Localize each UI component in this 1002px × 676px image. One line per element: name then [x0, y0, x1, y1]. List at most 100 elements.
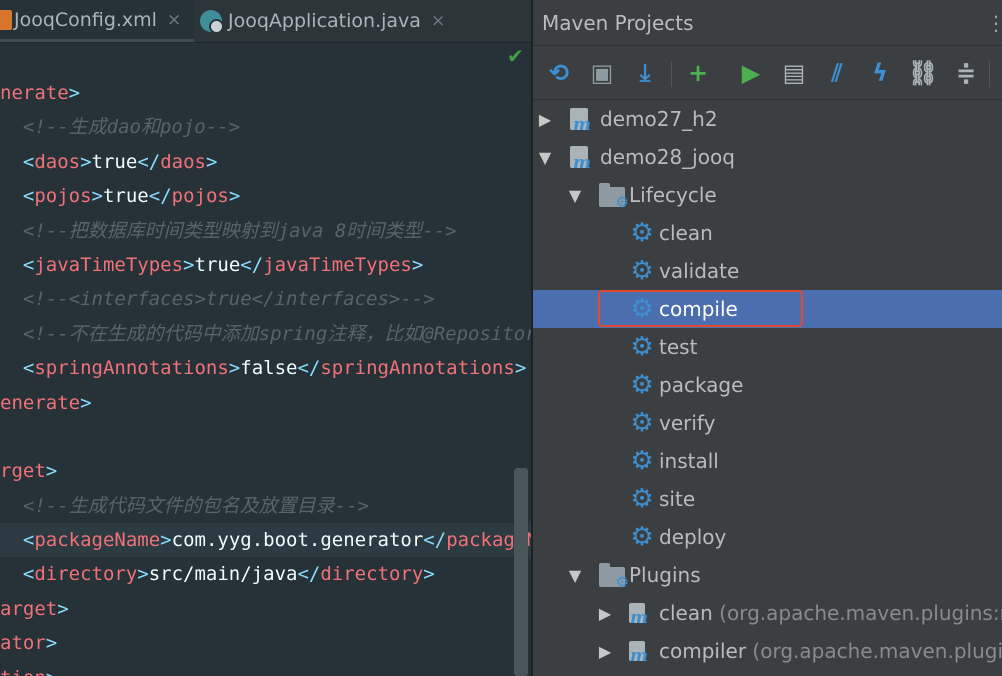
code-text: com.yyg.boot.generator	[171, 529, 424, 552]
xml-bracket: <	[0, 150, 35, 173]
tree-node-label: Plugins	[629, 563, 701, 587]
code-text: src/main/java	[148, 563, 298, 586]
code-line[interactable]: arget>	[0, 592, 531, 626]
lifecycle-goal-gear-icon: ⚙	[630, 370, 654, 400]
collapsed-arrow-icon[interactable]: ▶	[595, 604, 615, 623]
xml-tag-name: packageName	[34, 529, 161, 552]
xml-bracket: >	[57, 597, 69, 620]
code-line[interactable]: ator>	[0, 626, 531, 660]
xml-tag-name: enerate	[0, 391, 81, 414]
code-text: true	[102, 185, 149, 208]
expanded-arrow-icon[interactable]: ▼	[565, 566, 585, 585]
lifecycle-goal-gear-icon: ⚙	[630, 484, 654, 514]
close-icon[interactable]: ×	[167, 10, 181, 30]
panel-title-text: Maven Projects	[542, 11, 694, 35]
xml-bracket: >	[514, 357, 527, 380]
xml-bracket: >	[45, 632, 58, 655]
collapsed-arrow-icon[interactable]: ▶	[595, 642, 615, 661]
xml-bracket: >	[80, 391, 92, 414]
xml-bracket: <	[0, 357, 35, 380]
close-icon[interactable]: ×	[431, 11, 445, 31]
code-line[interactable]: <!--生成dao和pojo-->	[0, 110, 531, 144]
tree-node-test[interactable]: ⚙ test	[533, 328, 1002, 366]
xml-file-icon	[0, 9, 12, 30]
compile-callout-box	[598, 290, 803, 327]
tab-jooqapplication-java[interactable]: JooqApplication.java ×	[200, 0, 462, 42]
tab-jooqconfig-xml[interactable]: JooqConfig.xml ×	[0, 0, 194, 42]
xml-bracket: >	[68, 82, 81, 104]
node-name: demo28_jooq	[600, 145, 735, 169]
reimport-icon[interactable]: ⟲	[543, 57, 575, 89]
xml-tag-name: tion	[0, 667, 46, 676]
maven-projects-panel: Maven Projects ⋮ ⟲ ▣ ⤓ + ▶ ▤ ⫽ ϟ ⛓ ≑ ▶ m demo27_h2 ▼…	[533, 0, 1002, 676]
code-line[interactable]: <javaTimeTypes>true</javaTimeTypes>	[0, 248, 531, 282]
tree-node-validate[interactable]: ⚙ validate	[533, 252, 1002, 290]
tree-node-clean[interactable]: ▶ m clean (org.apache.maven.plugins:m	[533, 594, 1002, 632]
tree-node-deploy[interactable]: ⚙ deploy	[533, 518, 1002, 556]
code-comment: <!--不在生成的代码中添加spring注释，比如@Repositor	[0, 322, 531, 345]
tree-node-install[interactable]: ⚙ install	[533, 442, 1002, 480]
tree-node-verify[interactable]: ⚙ verify	[533, 404, 1002, 442]
show-dependencies-icon[interactable]: ⛓	[907, 57, 939, 89]
generate-sources-icon[interactable]: ▣	[586, 57, 618, 89]
tree-node-label: clean	[659, 221, 713, 245]
code-line[interactable]: rget>	[0, 454, 531, 488]
tree-node-demo28-jooq[interactable]: ▼ m demo28_jooq	[533, 138, 1002, 176]
tree-node-plugins[interactable]: ▼ ⚙ Plugins	[533, 556, 1002, 594]
expanded-arrow-icon[interactable]: ▼	[535, 148, 555, 167]
xml-bracket: >	[45, 460, 58, 483]
tree-node-compiler[interactable]: ▶ m compiler (org.apache.maven.plugins	[533, 632, 1002, 670]
tree-node-package[interactable]: ⚙ package	[533, 366, 1002, 404]
code-line[interactable]: <!--不在生成的代码中添加spring注释，比如@Repositor	[0, 317, 531, 351]
code-line[interactable]: <!--<interfaces>true</interfaces>-->	[0, 282, 531, 316]
skip-tests-icon[interactable]: ϟ	[864, 57, 896, 89]
maven-plugin-icon: m	[629, 603, 648, 628]
tree-node-clean[interactable]: ⚙ clean	[533, 214, 1002, 252]
code-line[interactable]: <pojos>true</pojos>	[0, 179, 531, 213]
code-line[interactable]: <!--生成代码文件的包名及放置目录-->	[0, 489, 531, 523]
code-line[interactable]: <daos>true</daos>	[0, 145, 531, 179]
editor-scrollbar[interactable]	[514, 468, 528, 676]
lifecycle-goal-gear-icon: ⚙	[630, 408, 654, 438]
node-name: test	[659, 335, 698, 359]
lifecycle-goal-gear-icon: ⚙	[630, 256, 654, 286]
collapsed-arrow-icon[interactable]: ▶	[535, 110, 555, 129]
expanded-arrow-icon[interactable]: ▼	[565, 186, 585, 205]
node-name: deploy	[659, 525, 727, 549]
toggle-offline-icon[interactable]: ⫽	[821, 57, 853, 89]
panel-options-icon[interactable]: ⋮	[986, 0, 1002, 46]
add-project-icon[interactable]: +	[682, 57, 714, 89]
code-line[interactable]: <!--把数据库时间类型映射到java 8时间类型-->	[0, 214, 531, 248]
run-icon[interactable]: ▶	[735, 57, 767, 89]
tree-node-label: package	[659, 373, 743, 397]
tree-node-label: validate	[659, 259, 739, 283]
execute-goal-icon[interactable]: ▤	[778, 57, 810, 89]
folder-icon: ⚙	[599, 563, 629, 591]
maven-project-icon: m	[570, 108, 591, 135]
toolbar-separator	[671, 61, 672, 87]
tree-node-site[interactable]: ⚙ site	[533, 480, 1002, 518]
xml-bracket: >	[137, 563, 149, 586]
xml-bracket: >	[228, 357, 241, 380]
download-sources-icon[interactable]: ⤓	[629, 57, 661, 89]
code-line[interactable]: <directory>src/main/java</directory>	[0, 557, 531, 591]
xml-bracket: >	[205, 150, 218, 173]
tree-node-label: install	[659, 449, 719, 473]
code-line[interactable]	[0, 420, 531, 454]
node-name: clean	[659, 601, 713, 625]
node-name: site	[659, 487, 696, 511]
code-comment: <!--生成代码文件的包名及放置目录-->	[0, 494, 369, 517]
code-line[interactable]: <packageName>com.yyg.boot.generator</pac…	[0, 523, 531, 558]
code-editor[interactable]: JooqConfig.xml × JooqApplication.java × …	[0, 0, 531, 676]
code-line[interactable]: nerate>	[0, 76, 531, 110]
tree-node-demo27-h2[interactable]: ▶ m demo27_h2	[533, 100, 1002, 138]
tree-node-lifecycle[interactable]: ▼ ⚙ Lifecycle	[533, 176, 1002, 214]
code-comment: <!--<interfaces>true</interfaces>-->	[0, 288, 435, 311]
code-line[interactable]: <springAnnotations>false</springAnnotati…	[0, 351, 531, 385]
xml-bracket: >	[160, 529, 172, 552]
node-name: package	[659, 373, 744, 397]
collapse-all-icon[interactable]: ≑	[950, 57, 982, 89]
xml-bracket: <	[0, 563, 35, 586]
code-line[interactable]: tion>	[0, 661, 531, 676]
code-line[interactable]: enerate>	[0, 386, 531, 420]
